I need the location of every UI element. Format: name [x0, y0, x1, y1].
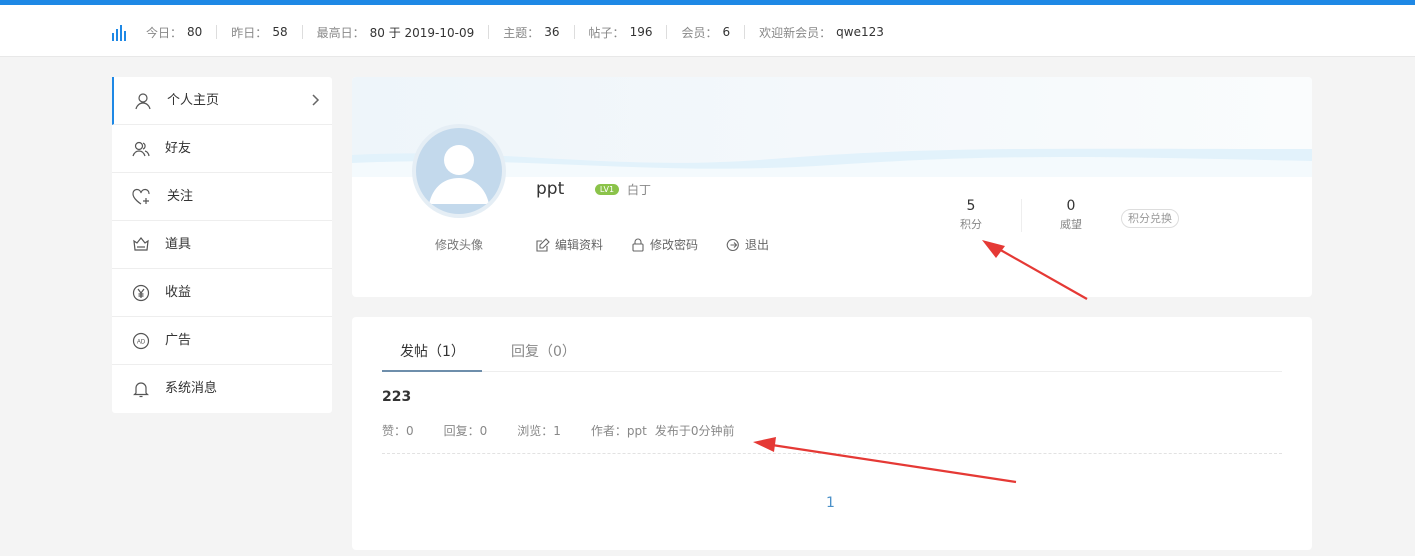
ad-icon: AD: [132, 332, 150, 350]
divider: [744, 25, 746, 39]
sidebar-item-friends[interactable]: 好友: [112, 125, 332, 173]
sidebar-item-follow[interactable]: 关注: [112, 173, 332, 221]
points-label: 积分: [960, 218, 982, 231]
post-title[interactable]: 223: [382, 389, 411, 405]
bell-icon: [133, 382, 149, 398]
prestige-label: 威望: [1060, 218, 1082, 231]
posts-panel: 发帖（1） 回复（0） 223 赞：0 回复：0 浏览：1 作者：ppt 发布于…: [352, 317, 1312, 550]
username: ppt: [536, 179, 565, 199]
new-member-link[interactable]: qwe123: [836, 25, 884, 39]
stat-topics: 主题： 36: [503, 25, 560, 40]
tab-threads[interactable]: 发帖（1）: [382, 341, 482, 372]
divider: [666, 25, 668, 39]
sidebar-item-messages[interactable]: 系统消息: [112, 365, 332, 413]
post-replies: 回复：0: [443, 424, 488, 438]
svg-text:AD: AD: [137, 340, 146, 346]
stat-today: 今日： 80: [146, 25, 203, 40]
points-stat: 5 积分: [952, 198, 990, 232]
user-silhouette-icon: [429, 145, 489, 204]
edit-avatar-link[interactable]: 修改头像: [435, 236, 483, 253]
sidebar-item-label: 道具: [165, 237, 192, 252]
profile-card: 修改头像 ppt LV1 白丁 编辑资料 修改密码 退出 5 积分 0 威望 积…: [352, 77, 1312, 297]
tab-replies[interactable]: 回复（0）: [511, 341, 576, 372]
sidebar-item-label: 个人主页: [167, 93, 220, 108]
logout-button[interactable]: 退出: [726, 236, 769, 253]
site-stats-bar: 今日： 80 昨日： 58 最高日： 80 于 2019-10-09 主题： 36 帖子…: [0, 5, 1415, 57]
divider: [301, 25, 303, 39]
sidebar-item-label: 收益: [165, 285, 192, 300]
logout-icon: [726, 238, 739, 251]
pagination-page[interactable]: 1: [826, 495, 835, 511]
post-author: 作者：ppt: [590, 424, 647, 438]
sidebar-item-home[interactable]: 个人主页: [112, 77, 332, 125]
sidebar-item-label: 广告: [165, 333, 192, 348]
level-name: 白丁: [627, 183, 652, 197]
stat-peak-day: 最高日： 80 于 2019-10-09: [316, 25, 475, 40]
post-time: 发布于0分钟前: [654, 424, 735, 438]
user-icon: [135, 93, 151, 110]
gift-icon: [133, 237, 149, 251]
friends-icon: [132, 141, 150, 157]
prestige-value: 0: [1066, 198, 1076, 214]
sidebar-item-label: 系统消息: [165, 381, 218, 396]
stat-yesterday: 昨日： 58: [231, 25, 288, 40]
level-badge: LV1: [595, 184, 619, 195]
bar-chart-icon: [112, 25, 126, 41]
lock-icon: [632, 238, 644, 252]
post-likes: 赞：0: [382, 424, 414, 438]
chevron-right-icon: [312, 94, 320, 106]
avatar[interactable]: [412, 124, 506, 218]
post-tabs: 发帖（1） 回复（0）: [382, 338, 1282, 372]
sidebar-item-label: 好友: [165, 141, 192, 156]
points-exchange-button[interactable]: 积分兑换: [1121, 209, 1179, 228]
profile-actions: 编辑资料 修改密码 退出: [536, 236, 797, 253]
change-password-button[interactable]: 修改密码: [631, 236, 698, 253]
divider: [573, 25, 575, 39]
prestige-stat: 0 威望: [1052, 198, 1090, 232]
heart-add-icon: [132, 188, 150, 205]
divider: [216, 25, 218, 39]
stat-members: 会员： 6: [681, 25, 731, 40]
post-meta: 赞：0 回复：0 浏览：1 作者：ppt 发布于0分钟前: [382, 422, 765, 439]
edit-icon: [536, 237, 550, 252]
divider: [382, 453, 1282, 454]
post-views: 浏览：1: [517, 424, 561, 438]
user-sidebar: 个人主页 好友 关注 道具 收益 AD 广告 系统消息: [112, 77, 332, 413]
sidebar-item-ads[interactable]: AD 广告: [112, 317, 332, 365]
points-value: 5: [966, 198, 976, 214]
divider: [1021, 199, 1022, 232]
sidebar-item-props[interactable]: 道具: [112, 221, 332, 269]
sidebar-item-earnings[interactable]: 收益: [112, 269, 332, 317]
divider: [488, 25, 490, 39]
sidebar-item-label: 关注: [167, 189, 194, 204]
yen-icon: [132, 284, 150, 302]
stat-new-member: 欢迎新会员： qwe123: [759, 25, 884, 40]
edit-profile-button[interactable]: 编辑资料: [536, 236, 603, 253]
stat-posts: 帖子： 196: [588, 25, 653, 40]
